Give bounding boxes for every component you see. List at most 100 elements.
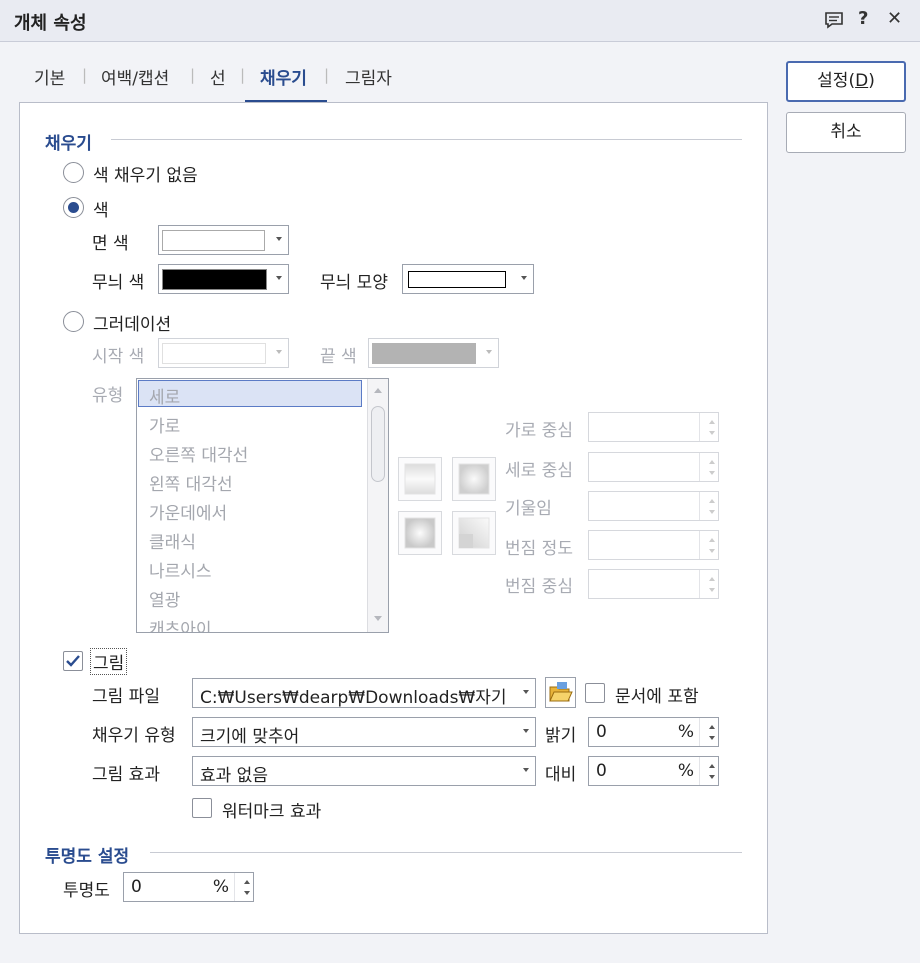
gradient-type-label: 유형	[92, 386, 124, 406]
window-title: 개체 속성	[14, 13, 87, 34]
comment-icon[interactable]	[824, 10, 844, 35]
tilt-label: 기울임	[505, 499, 552, 519]
transparency-label: 투명도	[63, 881, 110, 901]
tab-basic[interactable]: 기본	[34, 64, 65, 89]
end-color-picker[interactable]	[368, 338, 499, 368]
brightness-value: 0	[596, 722, 607, 742]
checkmark-icon	[66, 655, 80, 667]
fill-section-divider	[111, 139, 742, 140]
contrast-label: 대비	[545, 765, 577, 785]
picture-label: 그림	[90, 648, 128, 675]
spin-up-icon	[709, 725, 715, 729]
scroll-down-icon[interactable]	[369, 608, 387, 629]
gradient-type-list[interactable]: 세로 가로 오른쪽 대각선 왼쪽 대각선 가운데에서 클래식 나르시스 열광 캐…	[136, 378, 389, 633]
picture-checkbox[interactable]	[63, 651, 83, 671]
pattern-shape-picker[interactable]	[402, 264, 534, 294]
include-in-document-checkbox[interactable]	[585, 683, 605, 703]
v-center-label: 세로 중심	[505, 461, 573, 481]
spread-center-spinner[interactable]	[588, 569, 719, 599]
picture-effect-label: 그림 효과	[92, 765, 160, 785]
list-item[interactable]: 오른쪽 대각선	[149, 441, 248, 466]
cancel-button[interactable]: 취소	[786, 112, 906, 153]
close-icon[interactable]: ✕	[887, 8, 902, 29]
tab-line[interactable]: 선	[210, 64, 226, 89]
scroll-up-icon[interactable]	[369, 380, 387, 401]
spin-down-icon	[709, 736, 715, 740]
picture-effect-select[interactable]: 효과 없음	[192, 756, 536, 786]
folder-open-icon	[549, 682, 573, 702]
gradient-preview-square[interactable]	[398, 511, 442, 555]
spread-spinner[interactable]	[588, 530, 719, 560]
spread-label: 번짐 정도	[505, 539, 573, 559]
open-folder-button[interactable]	[545, 677, 576, 708]
no-fill-radio[interactable]	[63, 162, 84, 183]
pattern-color-swatch	[162, 269, 267, 290]
tab-separator: |	[240, 66, 246, 84]
color-fill-label: 색	[93, 201, 109, 221]
h-center-label: 가로 중심	[505, 421, 573, 441]
picture-file-combo[interactable]: C:₩Users₩dearp₩Downloads₩자기	[192, 678, 536, 708]
transparency-spinner[interactable]: 0 %	[123, 872, 254, 902]
fill-section-title: 채우기	[45, 134, 92, 154]
contrast-value: 0	[596, 761, 607, 781]
ok-button[interactable]: 설정(D)	[786, 61, 906, 102]
list-scrollbar[interactable]	[367, 379, 388, 632]
spin-up-icon	[709, 764, 715, 768]
picture-file-label: 그림 파일	[92, 687, 160, 707]
tab-separator: |	[82, 66, 88, 84]
start-color-label: 시작 색	[92, 347, 145, 367]
fill-type-select[interactable]: 크기에 맞추어	[192, 717, 536, 747]
gradient-preview-corner[interactable]	[452, 511, 496, 555]
contrast-spinner[interactable]: 0 %	[588, 756, 719, 786]
list-item[interactable]: 가로	[149, 412, 180, 437]
brightness-spinner[interactable]: 0 %	[588, 717, 719, 747]
watermark-checkbox[interactable]	[192, 798, 212, 818]
tab-margin-caption[interactable]: 여백/캡션	[101, 64, 169, 89]
tab-fill[interactable]: 채우기	[260, 64, 307, 89]
title-bar: 개체 속성 ? ✕	[0, 0, 920, 42]
pattern-shape-preview	[408, 271, 506, 288]
chevron-down-icon	[276, 276, 282, 280]
gradient-radio[interactable]	[63, 311, 84, 332]
brightness-unit: %	[677, 722, 694, 742]
spin-up-icon	[244, 880, 250, 884]
help-icon[interactable]: ?	[858, 8, 868, 29]
chevron-down-icon	[276, 237, 282, 241]
picture-effect-value: 효과 없음	[200, 766, 268, 786]
transparency-divider	[150, 852, 742, 853]
pattern-color-picker[interactable]	[158, 264, 289, 294]
list-item[interactable]: 캐츠아이	[149, 615, 212, 632]
face-color-label: 면 색	[92, 234, 129, 254]
ok-button-label: 설정(D)	[817, 71, 875, 91]
fill-type-label: 채우기 유형	[92, 726, 176, 746]
v-center-spinner[interactable]	[588, 452, 719, 482]
tab-shadow[interactable]: 그림자	[345, 64, 392, 89]
list-item[interactable]: 나르시스	[149, 557, 212, 582]
spread-center-label: 번짐 중심	[505, 577, 573, 597]
tilt-spinner[interactable]	[588, 491, 719, 521]
pattern-color-label: 무늬 색	[92, 273, 145, 293]
list-item[interactable]: 열광	[149, 586, 180, 611]
gradient-label: 그러데이션	[93, 315, 172, 335]
chevron-down-icon	[486, 350, 492, 354]
color-fill-radio[interactable]	[63, 197, 84, 218]
scrollbar-thumb[interactable]	[371, 406, 385, 482]
h-center-spinner[interactable]	[588, 412, 719, 442]
picture-file-value: C:₩Users₩dearp₩Downloads₩자기	[200, 688, 507, 708]
gradient-preview-center[interactable]	[452, 457, 496, 501]
pattern-shape-label: 무늬 모양	[320, 273, 388, 293]
tab-separator: |	[324, 66, 330, 84]
list-item[interactable]: 왼쪽 대각선	[149, 470, 233, 495]
list-item[interactable]: 세로	[149, 383, 180, 408]
face-color-picker[interactable]	[158, 225, 289, 255]
transparency-value: 0	[131, 877, 142, 897]
spin-down-icon	[709, 775, 715, 779]
start-color-swatch	[162, 343, 266, 364]
list-item[interactable]: 가운데에서	[149, 499, 227, 524]
gradient-preview-vertical[interactable]	[398, 457, 442, 501]
start-color-picker[interactable]	[158, 338, 289, 368]
list-item[interactable]: 클래식	[149, 528, 196, 553]
end-color-swatch	[372, 343, 476, 364]
fill-type-value: 크기에 맞추어	[200, 727, 300, 747]
include-in-document-label: 문서에 포함	[615, 687, 699, 707]
